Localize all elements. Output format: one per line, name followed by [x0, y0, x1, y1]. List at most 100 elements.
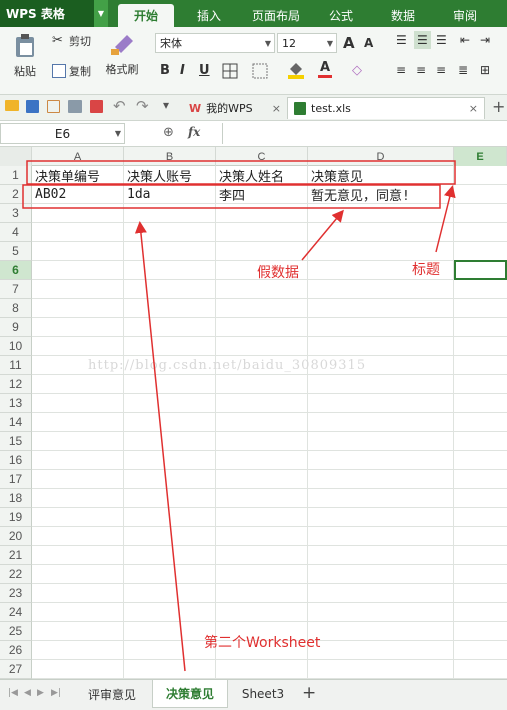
- close-icon[interactable]: ×: [469, 102, 478, 115]
- indent-decrease-button[interactable]: ⇤: [460, 33, 470, 47]
- cut-button[interactable]: ✂ 剪切: [52, 33, 91, 49]
- next-sheet-icon[interactable]: ▶: [37, 688, 44, 698]
- customize-icon[interactable]: ▾: [163, 98, 169, 112]
- column-header-b[interactable]: B: [124, 147, 216, 166]
- cell-b2[interactable]: 1da: [124, 185, 216, 204]
- tab-formulas[interactable]: 公式: [318, 4, 364, 27]
- row-header-7[interactable]: 7: [0, 280, 32, 299]
- bold-button[interactable]: B: [160, 63, 170, 78]
- cell-d1[interactable]: 决策意见: [308, 166, 454, 185]
- print-icon[interactable]: [68, 100, 82, 113]
- row-header-4[interactable]: 4: [0, 223, 32, 242]
- sheet-tab-decision-opinion[interactable]: 决策意见: [152, 680, 228, 708]
- undo-icon[interactable]: ↶: [113, 97, 126, 115]
- shrink-font-button[interactable]: A: [364, 36, 373, 50]
- name-box[interactable]: E6 ▼: [0, 123, 125, 144]
- column-header-e[interactable]: E: [454, 147, 507, 166]
- font-name-select[interactable]: 宋体 ▼: [155, 33, 275, 53]
- sheet-tab-review-opinion[interactable]: 评审意见: [76, 680, 148, 708]
- tab-data[interactable]: 数据: [378, 4, 428, 27]
- align-right-button[interactable]: ≡: [436, 63, 446, 77]
- column-header-d[interactable]: D: [308, 147, 454, 166]
- row-header-9[interactable]: 9: [0, 318, 32, 337]
- print-preview-icon[interactable]: [47, 100, 60, 113]
- row-header-13[interactable]: 13: [0, 394, 32, 413]
- justify-button[interactable]: ≣: [458, 63, 468, 77]
- format-painter-button[interactable]: 格式刷: [104, 33, 140, 77]
- cell-a2[interactable]: AB02: [32, 185, 124, 204]
- row-header-17[interactable]: 17: [0, 470, 32, 489]
- row-header-3[interactable]: 3: [0, 204, 32, 223]
- prev-sheet-icon[interactable]: ◀: [24, 688, 31, 698]
- app-menu-button[interactable]: WPS 表格 ▼: [0, 0, 108, 27]
- column-header-c[interactable]: C: [216, 147, 308, 166]
- tab-review[interactable]: 审阅: [440, 4, 490, 27]
- row-header-10[interactable]: 10: [0, 337, 32, 356]
- merge-cells-button[interactable]: ⊞: [480, 63, 490, 77]
- redo-icon[interactable]: ↷: [136, 97, 149, 115]
- row-header-20[interactable]: 20: [0, 527, 32, 546]
- tab-insert[interactable]: 插入: [184, 4, 234, 27]
- formula-input[interactable]: [222, 123, 507, 144]
- sheet-tab-sheet3[interactable]: Sheet3: [232, 680, 294, 708]
- row-header-21[interactable]: 21: [0, 546, 32, 565]
- row-header-19[interactable]: 19: [0, 508, 32, 527]
- save-icon[interactable]: [26, 100, 39, 113]
- row-header-6[interactable]: 6: [0, 261, 32, 280]
- align-top-button[interactable]: ☰: [396, 33, 407, 47]
- font-color-button[interactable]: A: [318, 60, 332, 78]
- add-sheet-button[interactable]: +: [302, 683, 316, 703]
- row-header-5[interactable]: 5: [0, 242, 32, 261]
- doc-tab-my-wps[interactable]: W 我的WPS ×: [185, 97, 285, 119]
- fx-button[interactable]: fx: [188, 125, 200, 139]
- select-all-corner[interactable]: [0, 147, 32, 166]
- active-cell-e6[interactable]: [454, 260, 507, 280]
- chevron-down-icon[interactable]: ▼: [94, 0, 108, 27]
- row-header-1[interactable]: 1: [0, 166, 32, 185]
- open-folder-icon[interactable]: [5, 100, 19, 111]
- indent-increase-button[interactable]: ⇥: [480, 33, 490, 47]
- align-left-button[interactable]: ≡: [396, 63, 406, 77]
- cell-c2[interactable]: 李四: [216, 185, 308, 204]
- align-middle-button[interactable]: ☰: [414, 31, 431, 49]
- row-header-18[interactable]: 18: [0, 489, 32, 508]
- row-header-2[interactable]: 2: [0, 185, 32, 204]
- cell-c1[interactable]: 决策人姓名: [216, 166, 308, 185]
- zoom-search-icon[interactable]: ⊕: [163, 125, 174, 140]
- row-header-27[interactable]: 27: [0, 660, 32, 679]
- borders-button[interactable]: [222, 63, 238, 79]
- copy-button[interactable]: 复制: [52, 63, 91, 79]
- new-tab-button[interactable]: +: [492, 97, 505, 116]
- row-header-12[interactable]: 12: [0, 375, 32, 394]
- row-header-23[interactable]: 23: [0, 584, 32, 603]
- font-size-select[interactable]: 12 ▼: [277, 33, 337, 53]
- last-sheet-icon[interactable]: ▶|: [51, 688, 61, 698]
- row-header-14[interactable]: 14: [0, 413, 32, 432]
- pdf-icon[interactable]: [90, 100, 103, 113]
- italic-button[interactable]: I: [180, 63, 185, 78]
- row-header-22[interactable]: 22: [0, 565, 32, 584]
- cell-a1[interactable]: 决策单编号: [32, 166, 124, 185]
- fill-color-button[interactable]: [287, 61, 305, 79]
- tab-home[interactable]: 开始: [118, 4, 174, 27]
- paste-button[interactable]: 粘贴: [8, 33, 42, 79]
- align-center-button[interactable]: ≡: [416, 63, 426, 77]
- doc-tab-test-xls[interactable]: test.xls ×: [287, 97, 485, 119]
- underline-button[interactable]: U: [199, 63, 210, 78]
- align-bottom-button[interactable]: ☰: [436, 33, 447, 47]
- worksheet-grid[interactable]: A B C D E 1 2 3 4 5 6 7 8 9 10 11 12 13 14 15 16 17 18 19 2…: [0, 147, 507, 679]
- row-header-24[interactable]: 24: [0, 603, 32, 622]
- row-header-25[interactable]: 25: [0, 622, 32, 641]
- row-header-8[interactable]: 8: [0, 299, 32, 318]
- cell-d2[interactable]: 暂无意见，同意!: [308, 185, 454, 204]
- row-header-16[interactable]: 16: [0, 451, 32, 470]
- row-header-11[interactable]: 11: [0, 356, 32, 375]
- tab-page-layout[interactable]: 页面布局: [244, 4, 308, 27]
- row-header-15[interactable]: 15: [0, 432, 32, 451]
- column-header-a[interactable]: A: [32, 147, 124, 166]
- grow-font-button[interactable]: A: [343, 34, 355, 52]
- row-header-26[interactable]: 26: [0, 641, 32, 660]
- clear-format-button[interactable]: ◇: [352, 63, 362, 78]
- close-icon[interactable]: ×: [272, 102, 281, 115]
- first-sheet-icon[interactable]: |◀: [8, 688, 18, 698]
